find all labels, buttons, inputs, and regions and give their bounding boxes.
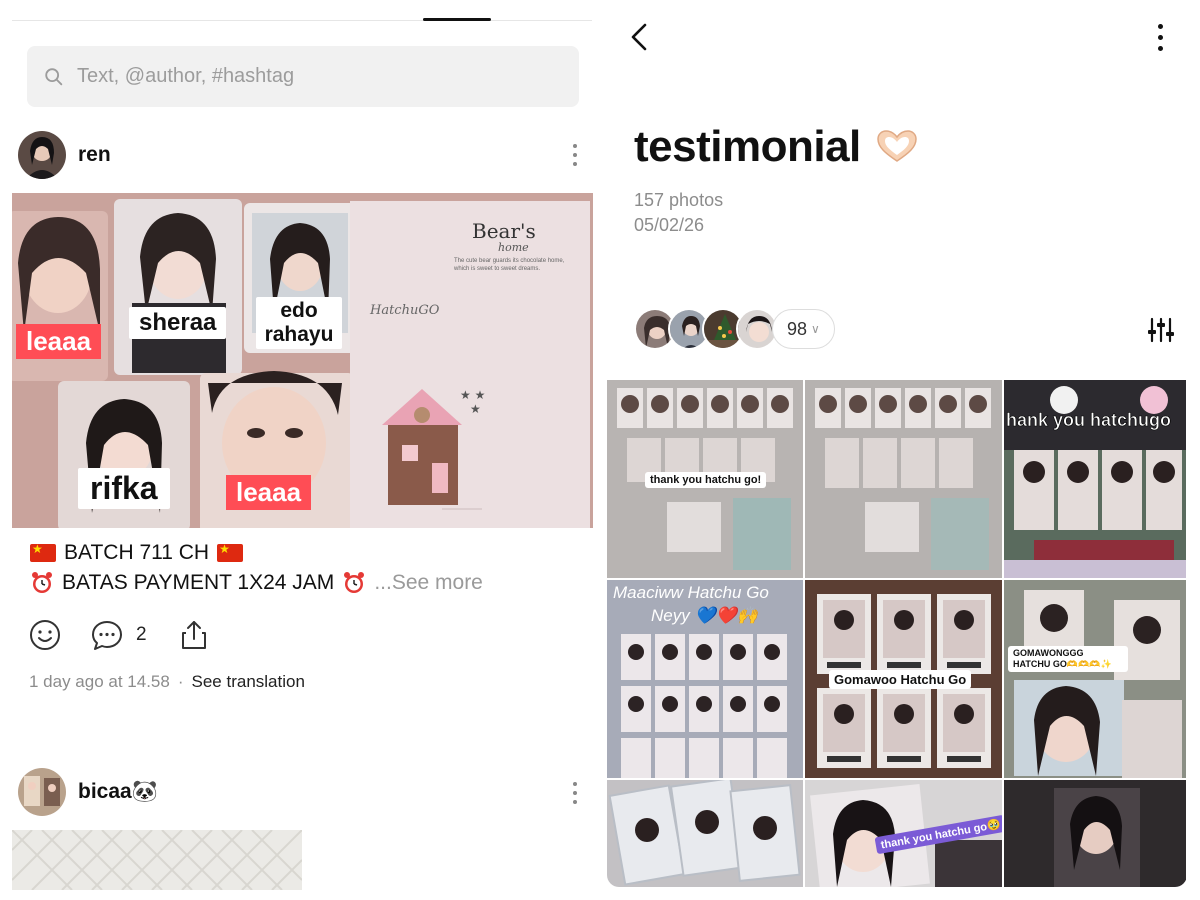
feed-panel: Text, @author, #hashtag ren ★ ★ ★ Bear's… [0, 0, 603, 900]
photo-tile[interactable]: GOMAWONGGG HATCHU GO🫶🫶🫶✨ [1004, 580, 1186, 778]
caption-text: BATAS PAYMENT 1X24 JAM [62, 571, 335, 594]
album-title-text: testimonial [634, 122, 861, 171]
tab-divider [12, 20, 592, 21]
post-header: ren [18, 131, 111, 179]
comment-count: 2 [136, 624, 147, 645]
post-author[interactable]: bicaa🐼 [78, 780, 158, 804]
dot-separator: · [177, 672, 184, 691]
avatar[interactable] [18, 131, 66, 179]
participants[interactable]: 98 ∨ [634, 308, 835, 350]
post-timestamp: 1 day ago at 14.58 [29, 672, 170, 691]
chevron-down-icon: ∨ [811, 322, 820, 336]
search-bar[interactable]: Text, @author, #hashtag [27, 46, 579, 107]
photo-label: leaaa [226, 475, 312, 510]
comment-icon[interactable] [90, 618, 124, 652]
caption-line-1: BATCH 711 CH [30, 541, 244, 565]
participants-count: 98 [787, 318, 808, 339]
photo-tile[interactable] [805, 380, 1002, 578]
tile-caption: Maaciww Hatchu Go [613, 583, 769, 602]
post-header: bicaa🐼 [18, 768, 158, 816]
post-author[interactable]: ren [78, 143, 111, 167]
filter-sliders-icon[interactable] [1148, 317, 1174, 343]
alarm-clock-icon [344, 572, 365, 593]
card-signature: HatchuGO [370, 303, 440, 318]
photo-count: 157 photos [634, 190, 724, 210]
heart-hands-icon [877, 130, 917, 162]
svg-text:★: ★ [470, 402, 481, 416]
photo-tile[interactable]: thank you hatchu go! [607, 380, 803, 578]
more-options-icon[interactable] [1158, 24, 1163, 51]
tile-caption: GOMAWONGGG HATCHU GO🫶🫶🫶✨ [1008, 646, 1128, 672]
photo-label: rifka [78, 468, 170, 509]
alarm-clock-icon [32, 572, 52, 593]
participants-more-button[interactable]: 98 ∨ [772, 309, 835, 349]
china-flag-icon [217, 542, 244, 562]
share-icon[interactable] [177, 618, 211, 652]
post-image[interactable]: ★ ★ ★ Bear's home The cute bear guards i… [12, 193, 593, 528]
avatar[interactable] [18, 768, 66, 816]
card-brand: Bear's [472, 219, 536, 243]
china-flag-icon [30, 542, 56, 562]
tile-caption: Gomawoo Hatchu Go [829, 670, 972, 689]
photo-tile[interactable]: hank you hatchugo [1004, 380, 1186, 578]
more-options-icon[interactable] [570, 782, 580, 804]
photo-tile[interactable]: Gomawoo Hatchu Go [805, 580, 1002, 778]
post-actions: 2 [28, 618, 211, 652]
post-image[interactable] [12, 830, 302, 890]
post-meta: 1 day ago at 14.58 · See translation [29, 672, 305, 692]
caption-line-2: BATAS PAYMENT 1X24 JAM ...See more [30, 571, 483, 595]
tile-caption: hank you hatchugo [1006, 410, 1172, 431]
search-placeholder: Text, @author, #hashtag [77, 65, 295, 87]
caption-text: BATCH 711 CH [64, 541, 210, 564]
photo-grid: thank you hatchu go! hank you hatchugo M… [607, 380, 1187, 887]
photo-tile[interactable] [607, 780, 803, 887]
react-emoji-icon[interactable] [28, 618, 62, 652]
card-tagline: The cute bear guards its chocolate home,… [454, 258, 565, 272]
search-icon [45, 67, 63, 85]
photo-label: sheraa [129, 307, 227, 339]
back-icon[interactable] [629, 22, 649, 52]
photo-label: edo rahayu [256, 297, 342, 349]
tile-caption: Neyy 💙❤️🙌 [651, 606, 758, 625]
svg-text:★ ★: ★ ★ [460, 388, 485, 402]
album-title: testimonial [634, 122, 919, 172]
photo-tile[interactable]: thank you hatchu go🥹 [805, 780, 1002, 887]
see-translation-link[interactable]: See translation [192, 672, 305, 692]
album-date: 05/02/26 [634, 215, 705, 235]
tile-caption: thank you hatchu go! [645, 472, 767, 488]
photo-tile[interactable]: Maaciww Hatchu Go Neyy 💙❤️🙌 [607, 580, 803, 778]
photo-tile[interactable] [1004, 780, 1186, 887]
album-panel: testimonial 157 photos 05/02/26 98 ∨ tha… [603, 0, 1200, 900]
active-tab-indicator[interactable] [423, 18, 491, 21]
photo-label: leaaa [16, 324, 102, 359]
card-brand-sub: home [498, 241, 529, 254]
see-more-link[interactable]: ...See more [374, 571, 483, 595]
more-options-icon[interactable] [570, 144, 580, 166]
